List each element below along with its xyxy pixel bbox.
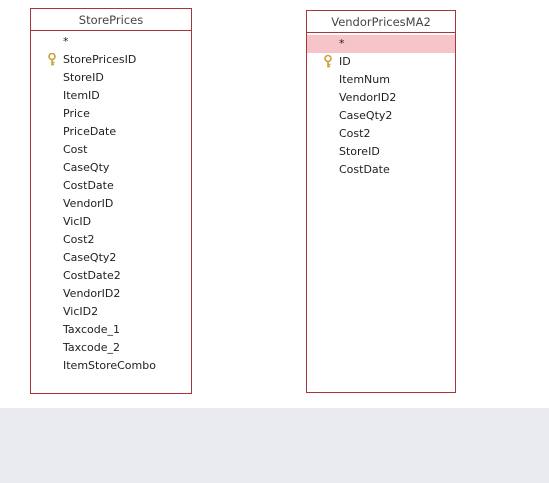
field-label: Cost2 bbox=[63, 233, 95, 246]
field-label: StorePricesID bbox=[63, 53, 137, 66]
field-label: * bbox=[339, 37, 345, 50]
field-item[interactable]: ItemStoreCombo bbox=[31, 357, 191, 375]
query-design-canvas: StorePrices * StorePricesID StoreID ItemID P… bbox=[0, 0, 549, 483]
field-label: VendorID bbox=[63, 197, 114, 210]
field-item[interactable]: ItemID bbox=[31, 87, 191, 105]
table-storeprices[interactable]: StorePrices * StorePricesID StoreID ItemID P… bbox=[30, 8, 192, 394]
field-label: CaseQty2 bbox=[339, 109, 393, 122]
field-item[interactable]: StoreID bbox=[307, 143, 455, 161]
field-item[interactable]: VendorID2 bbox=[307, 89, 455, 107]
field-label: Taxcode_1 bbox=[63, 323, 120, 336]
field-label: VendorID2 bbox=[63, 287, 121, 300]
field-label: CaseQty2 bbox=[63, 251, 117, 264]
field-item[interactable]: CostDate bbox=[31, 177, 191, 195]
field-label: CostDate bbox=[63, 179, 114, 192]
field-item[interactable]: ID bbox=[307, 53, 455, 71]
field-item[interactable]: Taxcode_2 bbox=[31, 339, 191, 357]
field-item[interactable]: VicID bbox=[31, 213, 191, 231]
field-item[interactable]: CaseQty bbox=[31, 159, 191, 177]
field-list-storeprices: * StorePricesID StoreID ItemID Price PriceDat… bbox=[31, 31, 191, 375]
field-label: VicID2 bbox=[63, 305, 99, 318]
field-label: VicID bbox=[63, 215, 92, 228]
table-vendorpricesma2[interactable]: VendorPricesMA2 * ID ItemNum VendorID2 CaseQ… bbox=[306, 10, 456, 393]
field-item[interactable]: ItemNum bbox=[307, 71, 455, 89]
field-item[interactable]: Price bbox=[31, 105, 191, 123]
field-label: StoreID bbox=[339, 145, 380, 158]
field-label: PriceDate bbox=[63, 125, 117, 138]
field-item[interactable]: Cost bbox=[31, 141, 191, 159]
field-label: StoreID bbox=[63, 71, 104, 84]
table-title-storeprices[interactable]: StorePrices bbox=[31, 9, 191, 31]
field-label: VendorID2 bbox=[339, 91, 397, 104]
field-label: CostDate2 bbox=[63, 269, 121, 282]
field-item[interactable]: PriceDate bbox=[31, 123, 191, 141]
field-label: ItemStoreCombo bbox=[63, 359, 156, 372]
field-label: ItemNum bbox=[339, 73, 390, 86]
field-item[interactable]: VicID2 bbox=[31, 303, 191, 321]
field-item[interactable]: StoreID bbox=[31, 69, 191, 87]
field-list-vendorpricesma2: * ID ItemNum VendorID2 CaseQty2 Cost2 StoreID C… bbox=[307, 33, 455, 179]
field-all-columns[interactable]: * bbox=[307, 35, 455, 53]
field-item[interactable]: VendorID2 bbox=[31, 285, 191, 303]
field-item[interactable]: CostDate bbox=[307, 161, 455, 179]
field-all-columns[interactable]: * bbox=[31, 33, 191, 51]
field-label: Cost2 bbox=[339, 127, 371, 140]
field-item[interactable]: CaseQty2 bbox=[31, 249, 191, 267]
primary-key-icon bbox=[324, 55, 332, 68]
field-item[interactable]: Cost2 bbox=[31, 231, 191, 249]
field-label: ItemID bbox=[63, 89, 100, 102]
field-item[interactable]: CostDate2 bbox=[31, 267, 191, 285]
field-item[interactable]: StorePricesID bbox=[31, 51, 191, 69]
field-label: Price bbox=[63, 107, 90, 120]
field-label: Taxcode_2 bbox=[63, 341, 120, 354]
field-item[interactable]: Cost2 bbox=[307, 125, 455, 143]
field-item[interactable]: Taxcode_1 bbox=[31, 321, 191, 339]
table-title-vendorpricesma2[interactable]: VendorPricesMA2 bbox=[307, 11, 455, 33]
field-label: CaseQty bbox=[63, 161, 110, 174]
field-item[interactable]: VendorID bbox=[31, 195, 191, 213]
field-label: CostDate bbox=[339, 163, 390, 176]
field-label: ID bbox=[339, 55, 351, 68]
field-label: Cost bbox=[63, 143, 88, 156]
field-label: * bbox=[63, 35, 69, 48]
primary-key-icon bbox=[48, 53, 56, 66]
field-item[interactable]: CaseQty2 bbox=[307, 107, 455, 125]
